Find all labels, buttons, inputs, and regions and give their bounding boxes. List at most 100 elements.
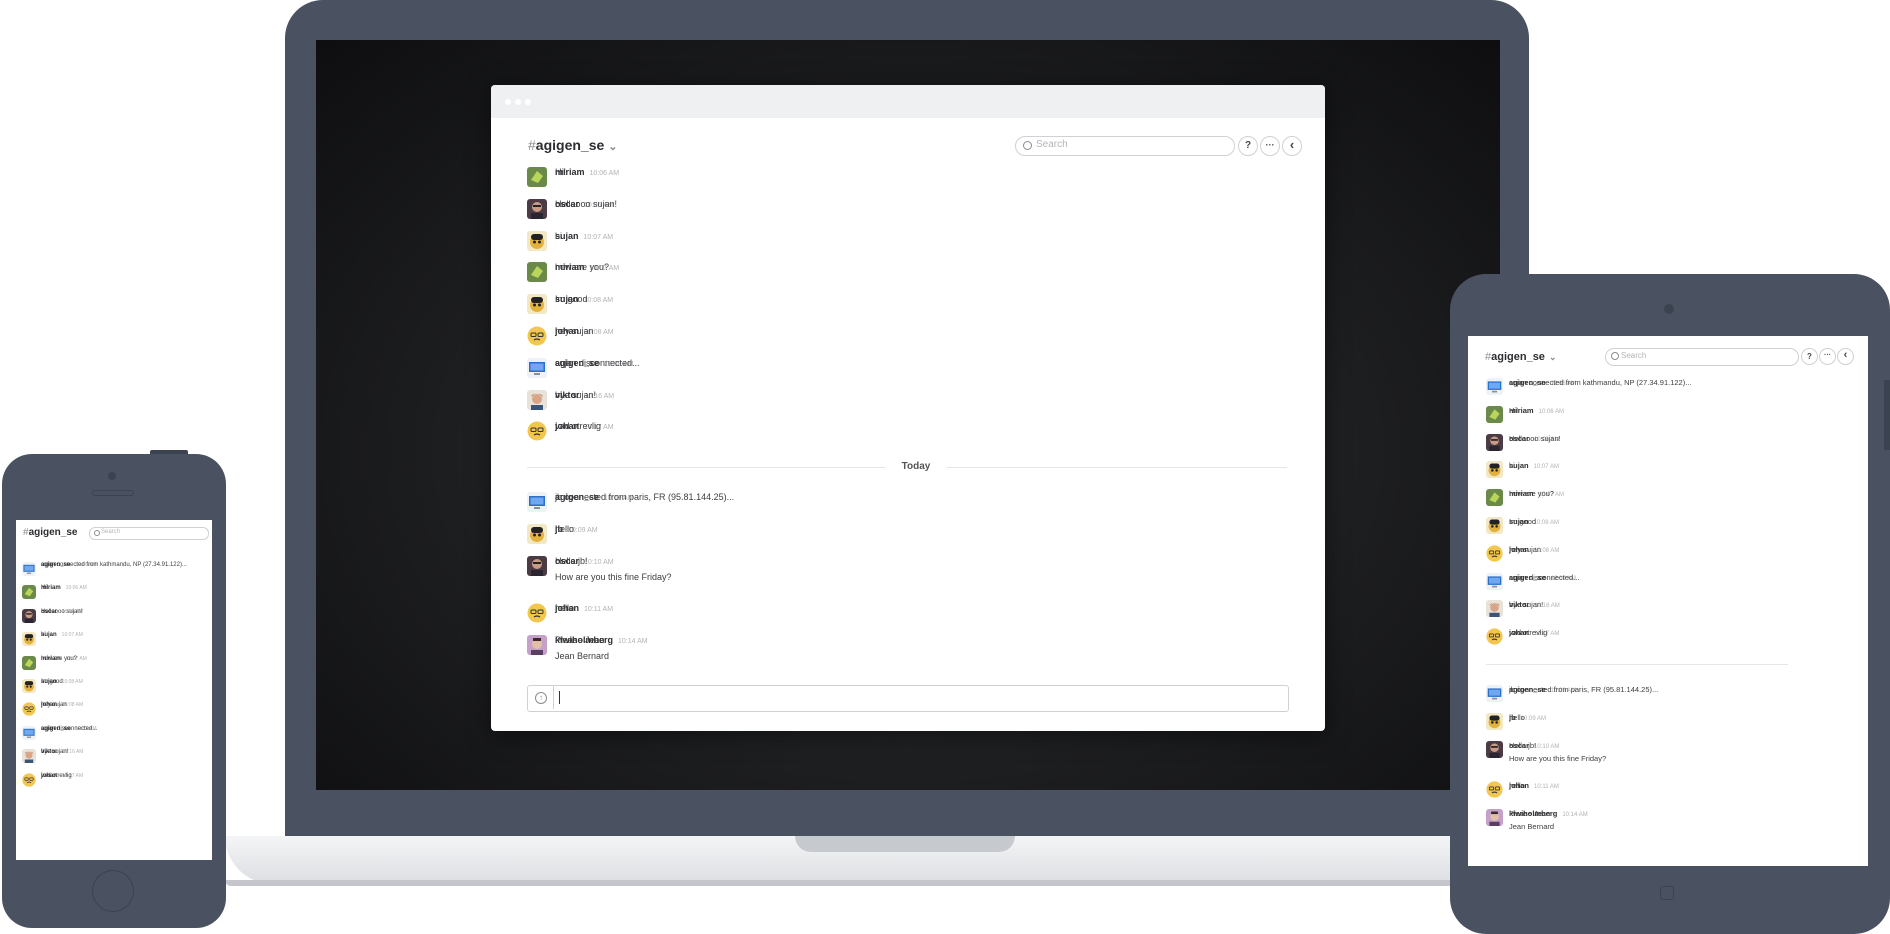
- message-item[interactable]: sujan 10:08 AM Im good: [1486, 517, 1846, 537]
- message-timestamp[interactable]: 10:14 AM: [618, 638, 648, 645]
- kiwi-photo-avatar[interactable]: [527, 635, 547, 656]
- message-timestamp[interactable]: 10:06 AM: [590, 170, 620, 177]
- green-leaf-avatar[interactable]: [22, 585, 36, 600]
- message-item[interactable]: miriam 10:06 AM Hi!: [22, 585, 207, 601]
- message-item[interactable]: johan 10:08 AM hey sujan: [22, 702, 207, 718]
- computer-avatar[interactable]: [1486, 572, 1503, 590]
- message-item[interactable]: sujan 10:08 AM Im good: [527, 294, 1287, 318]
- computer-avatar[interactable]: [1486, 685, 1503, 702]
- message-item[interactable]: johan 10:08 AM hey sujan: [527, 326, 1287, 350]
- green-leaf-avatar[interactable]: [527, 167, 547, 187]
- viktor-photo-avatar[interactable]: [22, 749, 36, 764]
- message-timestamp[interactable]: 10:07 AM: [1534, 464, 1559, 470]
- message-item[interactable]: jb 10:09 AM hello: [527, 523, 1287, 552]
- close-window-dot[interactable]: [505, 99, 511, 105]
- more-options-button[interactable]: ···: [1260, 136, 1280, 156]
- message-item[interactable]: oscar 10:06 AM Helloooo sujan!: [527, 198, 1287, 223]
- smiley-glasses-avatar[interactable]: [527, 603, 547, 623]
- message-timestamp[interactable]: 10:06 AM: [1539, 409, 1564, 415]
- tablet-search-input[interactable]: Search: [1605, 348, 1799, 366]
- sujan-cartoon-avatar[interactable]: [527, 230, 547, 251]
- message-timestamp[interactable]: 10:08 AM: [1534, 520, 1559, 526]
- smiley-glasses-avatar[interactable]: [527, 421, 547, 441]
- message-item[interactable]: johan 10:17 AM vad otrevlig: [1486, 628, 1846, 648]
- message-item[interactable]: johan 10:11 AM hello: [527, 603, 1287, 631]
- message-item[interactable]: johan 10:17 AM vad otrevlig: [22, 773, 207, 789]
- smiley-glasses-avatar[interactable]: [22, 702, 36, 717]
- message-item[interactable]: oscar 10:10 AM Hello jb! How are you this f…: [1486, 740, 1846, 777]
- sujan-cartoon-avatar[interactable]: [22, 679, 36, 693]
- oscar-photo-avatar[interactable]: [1486, 433, 1503, 451]
- message-item[interactable]: oscar 10:10 AM Hello jb! How are you this f…: [527, 555, 1287, 600]
- message-timestamp[interactable]: 10:11 AM: [584, 606, 613, 613]
- message-timestamp[interactable]: 10:07 AM: [62, 632, 83, 638]
- message-item[interactable]: agigen_se 10:09 AM sujan disconnected...: [527, 357, 1287, 382]
- oscar-photo-avatar[interactable]: [22, 608, 36, 623]
- search-input[interactable]: Search: [1015, 136, 1235, 156]
- minimize-window-dot[interactable]: [515, 99, 521, 105]
- oscar-photo-avatar[interactable]: [1486, 740, 1503, 758]
- viktor-photo-avatar[interactable]: [527, 389, 547, 410]
- message-item[interactable]: oscar 10:06 AM Helloooo sujan!: [22, 608, 207, 625]
- message-timestamp[interactable]: 10:07 AM: [584, 234, 614, 241]
- message-timestamp[interactable]: 10:14 AM: [1562, 812, 1587, 818]
- green-leaf-avatar[interactable]: [1486, 489, 1503, 507]
- help-button[interactable]: ?: [1801, 348, 1818, 365]
- more-options-button[interactable]: ···: [1819, 348, 1836, 365]
- message-timestamp[interactable]: 10:08 AM: [62, 679, 83, 685]
- viktor-photo-avatar[interactable]: [1486, 600, 1503, 618]
- message-item[interactable]: viktor 10:16 AM bye sujan!: [1486, 600, 1846, 620]
- phone-home-button[interactable]: [92, 870, 134, 912]
- message-item[interactable]: johan 10:17 AM vad otrevlig: [527, 421, 1287, 445]
- message-timestamp[interactable]: 10:08 AM: [584, 297, 614, 304]
- message-item[interactable]: miriam 10:07 AM how are you?: [22, 655, 207, 672]
- smiley-glasses-avatar[interactable]: [1486, 628, 1503, 645]
- message-item[interactable]: sujan 10:07 AM hi: [22, 632, 207, 648]
- phone-search-input[interactable]: Search: [89, 527, 209, 540]
- zoom-window-dot[interactable]: [525, 99, 531, 105]
- message-item[interactable]: miriam 10:07 AM how are you?: [527, 262, 1287, 286]
- message-item[interactable]: agigen_se 10:09 AM sujan disconnected...: [1486, 572, 1846, 593]
- message-timestamp[interactable]: 10:11 AM: [1534, 784, 1559, 790]
- message-item[interactable]: johan 10:08 AM hey sujan: [1486, 545, 1846, 565]
- sujan-cartoon-avatar[interactable]: [527, 523, 547, 544]
- green-leaf-avatar[interactable]: [527, 262, 547, 283]
- sujan-cartoon-avatar[interactable]: [527, 294, 547, 315]
- smiley-glasses-avatar[interactable]: [1486, 545, 1503, 562]
- collapse-sidebar-button[interactable]: ‹: [1837, 348, 1854, 365]
- message-item[interactable]: sujan 10:08 AM Im good: [22, 679, 207, 695]
- computer-avatar[interactable]: [22, 725, 36, 740]
- collapse-sidebar-button[interactable]: ‹: [1282, 136, 1302, 156]
- kiwi-photo-avatar[interactable]: [1486, 809, 1503, 827]
- upload-button[interactable]: ↑: [528, 686, 554, 709]
- sujan-cartoon-avatar[interactable]: [1486, 712, 1503, 730]
- message-item[interactable]: oscar 10:06 AM Helloooo sujan!: [1486, 433, 1846, 454]
- green-leaf-avatar[interactable]: [22, 655, 36, 670]
- smiley-glasses-avatar[interactable]: [527, 326, 547, 346]
- help-button[interactable]: ?: [1238, 136, 1258, 156]
- message-item[interactable]: agigen_se 10:06 AM sujan connected from ka…: [22, 562, 207, 578]
- message-timestamp[interactable]: 10:06 AM: [66, 585, 87, 591]
- message-item[interactable]: sujan 10:07 AM hi: [527, 230, 1287, 255]
- sujan-cartoon-avatar[interactable]: [22, 632, 36, 647]
- message-item[interactable]: viktor 10:16 AM bye sujan!: [22, 749, 207, 765]
- message-item[interactable]: kiwiholmberg 10:14 AM Please Jean Jean Bern…: [527, 635, 1287, 679]
- phone-channel-title[interactable]: #agigen_se: [23, 527, 77, 538]
- message-timestamp[interactable]: 10:10 AM: [584, 559, 614, 566]
- message-item[interactable]: agigen_se 10:09 AM sujan disconnected...: [22, 725, 207, 742]
- tablet-home-button[interactable]: [1660, 886, 1674, 900]
- oscar-photo-avatar[interactable]: [527, 198, 547, 219]
- green-leaf-avatar[interactable]: [1486, 405, 1503, 423]
- message-item[interactable]: kiwiholmberg 10:14 AM Please Jean Jean Bern…: [1486, 809, 1846, 845]
- smiley-glasses-avatar[interactable]: [22, 772, 36, 787]
- computer-avatar[interactable]: [527, 492, 547, 512]
- message-item[interactable]: johan 10:11 AM hello: [1486, 781, 1846, 804]
- oscar-photo-avatar[interactable]: [527, 555, 547, 576]
- tablet-channel-title[interactable]: #agigen_se ⌄: [1485, 351, 1556, 363]
- sujan-cartoon-avatar[interactable]: [1486, 517, 1503, 534]
- sujan-cartoon-avatar[interactable]: [1486, 461, 1503, 479]
- computer-avatar[interactable]: [527, 357, 547, 378]
- smiley-glasses-avatar[interactable]: [1486, 781, 1503, 798]
- message-item[interactable]: agigen_se 10:09 AM jb connected from paris…: [1486, 685, 1846, 708]
- message-item[interactable]: viktor 10:16 AM bye sujan!: [527, 389, 1287, 414]
